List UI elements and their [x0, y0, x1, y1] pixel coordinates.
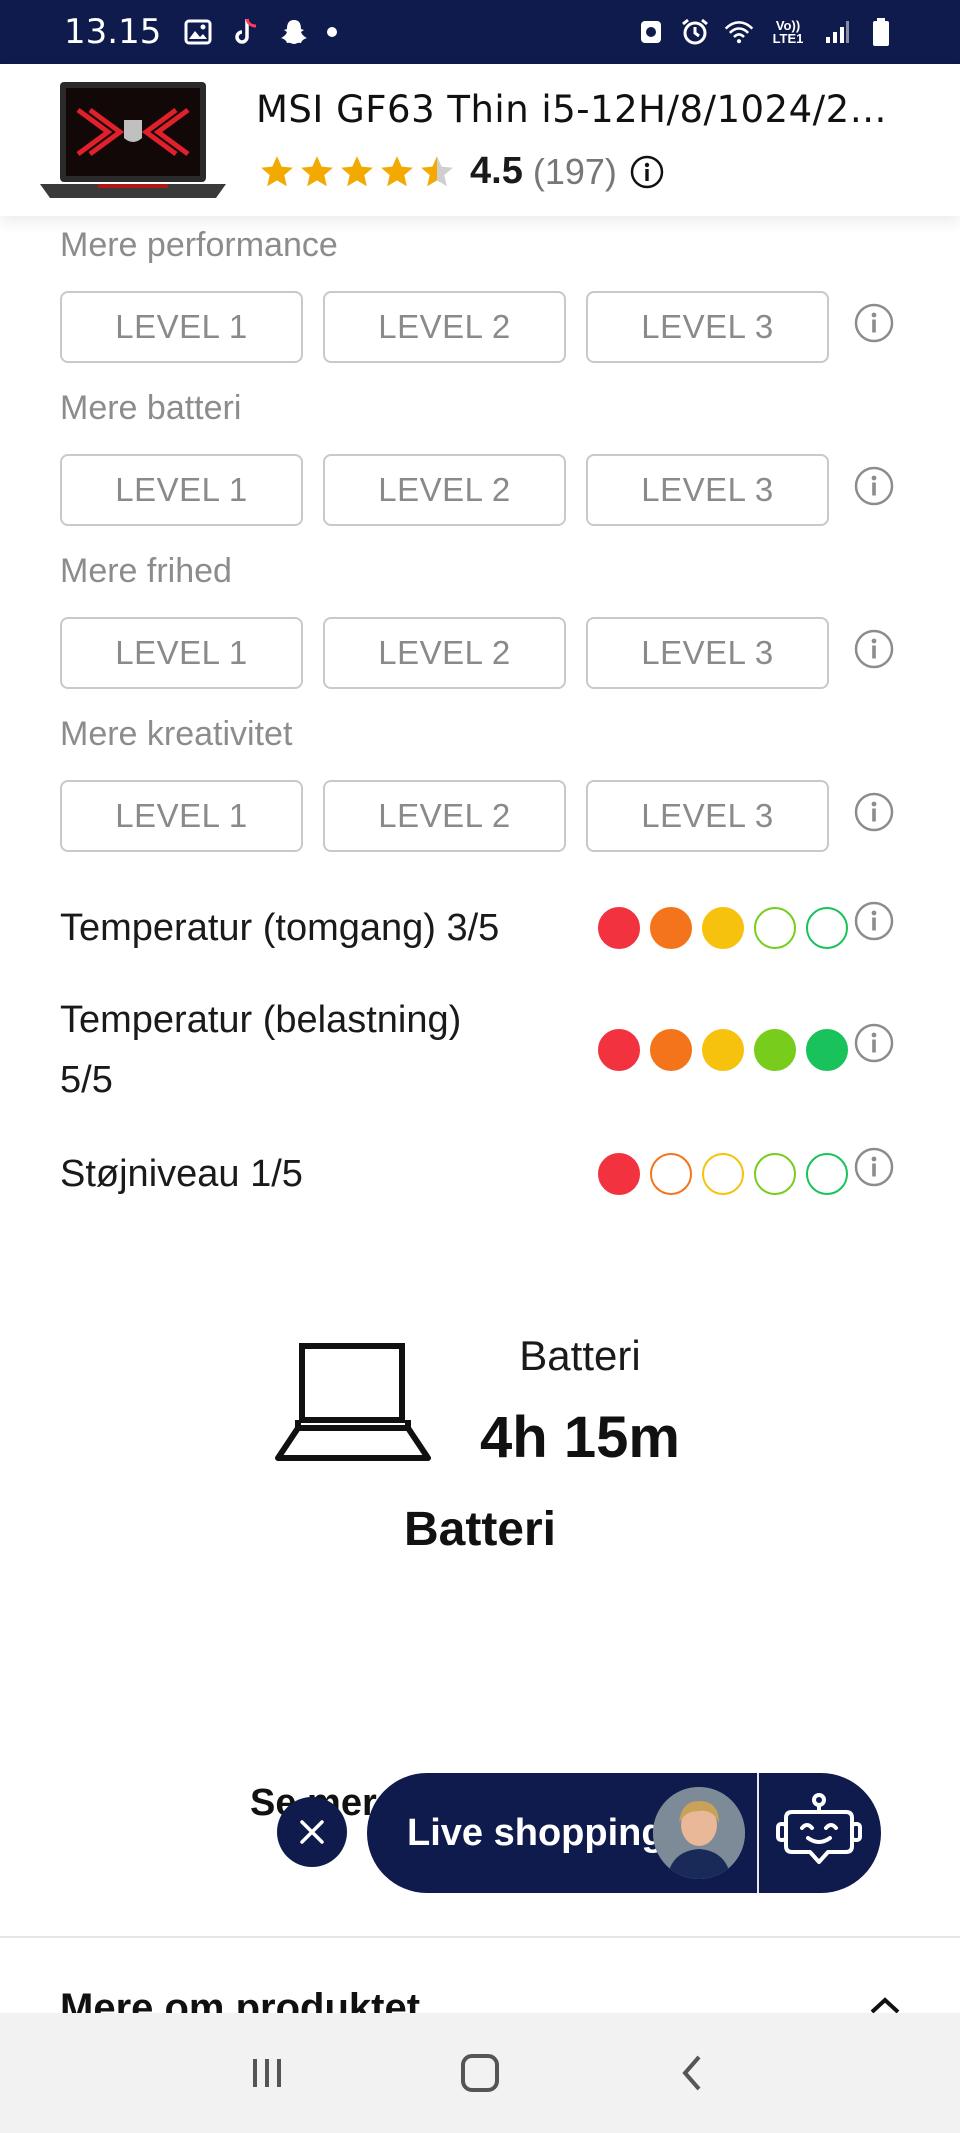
star-icon: [338, 153, 376, 191]
product-sticky-header[interactable]: MSI GF63 Thin i5-12H/8/1024/2050... 4.5 …: [0, 64, 960, 216]
rating-row[interactable]: 4.5 (197): [258, 150, 665, 193]
gallery-icon: [183, 17, 213, 47]
volte-icon: Vo)) LTE1: [768, 17, 808, 47]
filled-dot: [702, 1029, 744, 1071]
metric-label: Temperatur (tomgang) 3/5: [60, 907, 500, 949]
level-3-button[interactable]: LEVEL 3: [586, 454, 829, 526]
star-rating: [258, 153, 456, 191]
notification-dot: [327, 27, 338, 37]
review-count: (197): [532, 150, 617, 192]
rating-dots: [598, 1153, 848, 1195]
battery-status-icon: [866, 17, 896, 47]
info-icon[interactable]: [853, 1146, 895, 1188]
filled-dot: [754, 1029, 796, 1071]
home-button[interactable]: [450, 2043, 510, 2103]
metric-label-line1: Temperatur (belastning): [60, 999, 462, 1041]
filled-dot: [806, 1029, 848, 1071]
level-1-button[interactable]: LEVEL 1: [60, 291, 303, 363]
rating-value: 4.5: [470, 150, 523, 192]
empty-dot: [806, 907, 848, 949]
filled-dot: [702, 907, 744, 949]
level-1-button[interactable]: LEVEL 1: [60, 780, 303, 852]
level-2-button[interactable]: LEVEL 2: [323, 617, 566, 689]
info-icon[interactable]: [629, 154, 665, 190]
level-3-button[interactable]: LEVEL 3: [586, 291, 829, 363]
filled-dot: [650, 1029, 692, 1071]
host-avatar: [653, 1787, 745, 1879]
signal-icon: [822, 17, 852, 47]
level-button-row: LEVEL 1 LEVEL 2 LEVEL 3: [60, 454, 829, 526]
level-button-row: LEVEL 1 LEVEL 2 LEVEL 3: [60, 780, 829, 852]
empty-dot: [754, 907, 796, 949]
pill-divider: [757, 1773, 759, 1893]
laptop-thumbnail[interactable]: [38, 80, 228, 200]
status-time: 13.15: [64, 12, 162, 52]
metric-label-line2: 5/5: [60, 1059, 113, 1101]
live-shopping-label: Live shopping: [407, 1811, 665, 1854]
group-label: Mere batteri: [60, 389, 242, 427]
level-button-row: LEVEL 1 LEVEL 2 LEVEL 3: [60, 291, 829, 363]
status-left-icons: [183, 17, 338, 47]
level-1-button[interactable]: LEVEL 1: [60, 617, 303, 689]
section-divider: [0, 1936, 960, 1938]
level-button-row: LEVEL 1 LEVEL 2 LEVEL 3: [60, 617, 829, 689]
filled-dot: [598, 1153, 640, 1195]
info-icon[interactable]: [853, 900, 895, 942]
alarm-icon: [680, 17, 710, 47]
filled-dot: [598, 907, 640, 949]
wifi-icon: [724, 17, 754, 47]
nfc-icon: [636, 17, 666, 47]
level-1-button[interactable]: LEVEL 1: [60, 454, 303, 526]
star-icon: [258, 153, 296, 191]
close-live-shopping-button[interactable]: [277, 1797, 347, 1867]
recent-apps-button[interactable]: [237, 2043, 297, 2103]
recents-icon: [252, 2059, 281, 2087]
group-label: Mere performance: [60, 226, 338, 264]
chatbot-icon: [776, 1793, 862, 1864]
battery-value: 4h 15m: [480, 1405, 680, 1470]
info-icon[interactable]: [853, 302, 895, 344]
rating-dots: [598, 1029, 848, 1071]
metric-label: Støjniveau 1/5: [60, 1153, 303, 1195]
volte-text: Vo)) LTE1: [772, 18, 804, 46]
tiktok-icon: [231, 17, 261, 47]
level-3-button[interactable]: LEVEL 3: [586, 617, 829, 689]
filled-dot: [598, 1029, 640, 1071]
info-icon[interactable]: [853, 791, 895, 833]
empty-dot: [806, 1153, 848, 1195]
level-2-button[interactable]: LEVEL 2: [323, 454, 566, 526]
star-icon: [418, 153, 456, 191]
level-3-button[interactable]: LEVEL 3: [586, 780, 829, 852]
product-title: MSI GF63 Thin i5-12H/8/1024/2050...: [256, 88, 896, 131]
filled-dot: [650, 907, 692, 949]
close-icon: [300, 1820, 324, 1844]
info-icon[interactable]: [853, 628, 895, 670]
battery-label: Batteri: [519, 1332, 641, 1379]
group-label: Mere kreativitet: [60, 715, 293, 753]
rating-dots: [598, 907, 848, 949]
back-button[interactable]: [663, 2043, 723, 2103]
live-shopping-button[interactable]: Live shopping: [367, 1773, 881, 1893]
star-icon: [378, 153, 416, 191]
status-bar: 13.15 Vo)) LTE1: [0, 0, 960, 64]
home-icon: [460, 2054, 499, 2092]
info-icon[interactable]: [853, 465, 895, 507]
chatbot-button[interactable]: [769, 1783, 869, 1883]
level-2-button[interactable]: LEVEL 2: [323, 780, 566, 852]
empty-dot: [650, 1153, 692, 1195]
info-icon[interactable]: [853, 1022, 895, 1064]
metric-label: Temperatur (belastning) 5/5: [60, 990, 461, 1110]
system-nav-bar: [0, 2013, 960, 2133]
group-label: Mere frihed: [60, 552, 232, 590]
battery-section-title: Batteri: [403, 1503, 557, 1556]
empty-dot: [754, 1153, 796, 1195]
snapchat-icon: [279, 17, 309, 47]
star-icon: [298, 153, 336, 191]
status-right-icons: Vo)) LTE1: [636, 17, 896, 47]
level-2-button[interactable]: LEVEL 2: [323, 291, 566, 363]
empty-dot: [702, 1153, 744, 1195]
back-icon: [682, 2055, 701, 2091]
